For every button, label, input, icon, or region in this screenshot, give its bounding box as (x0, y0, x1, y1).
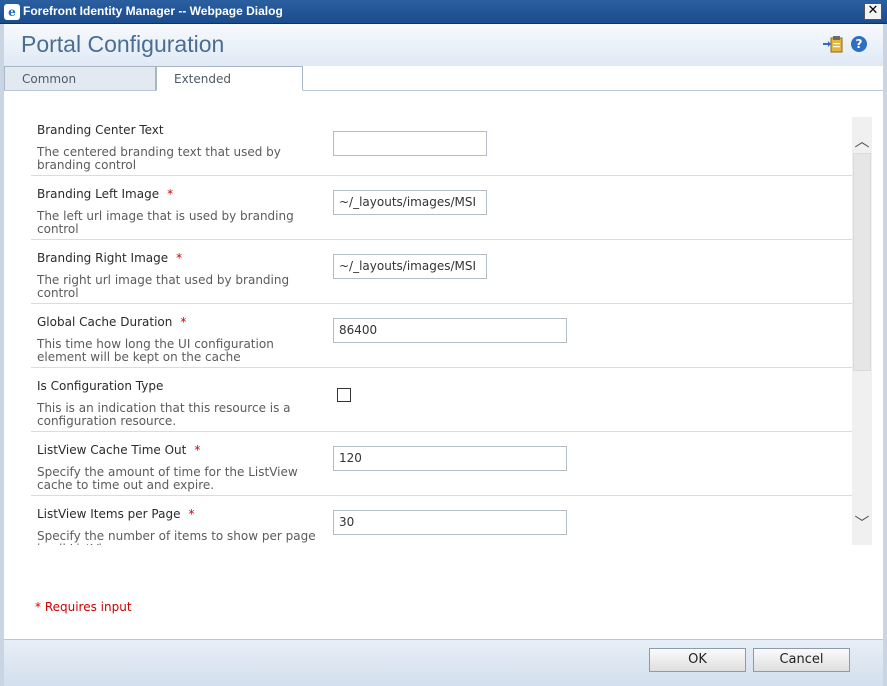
field-description: This is an indication that this resource… (37, 401, 291, 428)
branding-center-text-input[interactable] (333, 131, 487, 156)
field-description: The centered branding text that used by … (37, 145, 281, 172)
export-icon[interactable] (822, 35, 844, 53)
required-marker: * (167, 187, 174, 201)
tab-common-attributes[interactable]: Common Attributes (4, 66, 156, 110)
required-input-note: * Requires input (35, 600, 132, 614)
page-title: Portal Configuration (21, 31, 225, 57)
field-row-branding-left-image: Branding Left Image * The left url image … (31, 176, 852, 240)
scroll-up-icon[interactable]: ︿ (852, 129, 872, 153)
field-label: Is Configuration Type (37, 379, 164, 393)
required-marker: * (188, 507, 195, 521)
required-marker: * (176, 251, 183, 265)
field-label: Branding Center Text (37, 123, 164, 137)
ie-app-icon: e (4, 4, 20, 20)
field-description: Specify the number of items to show per … (37, 529, 316, 546)
window-title-bar: e Forefront Identity Manager -- Webpage … (0, 0, 887, 24)
global-cache-duration-input[interactable]: 86400 (333, 318, 567, 343)
field-description: This time how long the UI configuration … (37, 337, 274, 364)
dialog-footer: OK Cancel (4, 639, 883, 686)
tab-strip: Common Attributes Extended Attributes (4, 66, 883, 110)
field-label: Branding Left Image * (37, 187, 174, 201)
is-configuration-type-checkbox[interactable] (337, 388, 351, 402)
close-button[interactable]: ✕ (864, 3, 882, 20)
required-marker: * (180, 315, 187, 329)
attribute-list[interactable]: Branding Center Text The centered brandi… (31, 112, 852, 545)
field-row-global-cache-duration: Global Cache Duration * This time how lon… (31, 304, 852, 368)
scroll-down-icon[interactable]: ﹀ (852, 511, 872, 535)
required-marker: * (194, 443, 201, 457)
field-label: ListView Items per Page * (37, 507, 195, 521)
field-row-branding-right-image: Branding Right Image * The right url imag… (31, 240, 852, 304)
field-label: Branding Right Image * (37, 251, 183, 265)
field-row-listview-items-per-page: ListView Items per Page * Specify the num… (31, 496, 852, 545)
content-panel: Branding Center Text The centered brandi… (4, 91, 883, 639)
cancel-button[interactable]: Cancel (753, 648, 850, 672)
help-icon[interactable]: ? (851, 36, 867, 52)
field-description: Specify the amount of time for the ListV… (37, 465, 298, 492)
field-row-listview-cache-time-out: ListView Cache Time Out * Specify the amo… (31, 432, 852, 496)
branding-left-image-input[interactable]: ~/_layouts/images/MSI (333, 190, 487, 215)
field-row-branding-center-text: Branding Center Text The centered brandi… (31, 112, 852, 176)
branding-right-image-input[interactable]: ~/_layouts/images/MSI (333, 254, 487, 279)
field-label: ListView Cache Time Out * (37, 443, 201, 457)
field-label: Global Cache Duration * (37, 315, 187, 329)
listview-cache-time-out-input[interactable]: 120 (333, 446, 567, 471)
field-row-is-configuration-type: Is Configuration Type This is an indicat… (31, 368, 852, 432)
tab-extended-attributes[interactable]: Extended Attributes (156, 66, 303, 110)
ok-button[interactable]: OK (649, 648, 746, 672)
field-description: The right url image that used by brandin… (37, 273, 290, 300)
field-description: The left url image that is used by brand… (37, 209, 294, 236)
listview-items-per-page-input[interactable]: 30 (333, 510, 567, 535)
window-title: Forefront Identity Manager -- Webpage Di… (23, 4, 283, 18)
window-border-right (883, 24, 887, 686)
scrollbar-thumb[interactable] (853, 153, 871, 371)
page-header: Portal Configuration ? (4, 24, 883, 66)
